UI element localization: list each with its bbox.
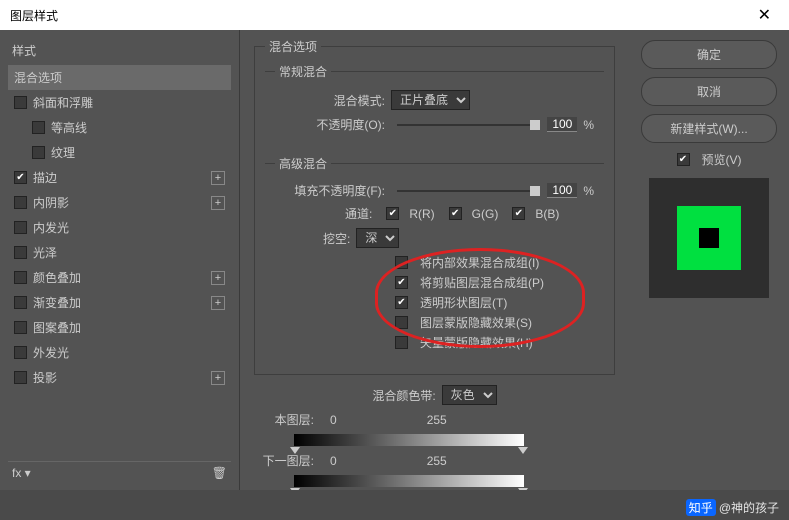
style-checkbox[interactable] [14, 271, 27, 284]
opacity-slider[interactable] [397, 124, 535, 126]
right-panel: 确定 取消 新建样式(W)... 预览(V) [629, 30, 789, 490]
option-checkbox[interactable] [395, 276, 408, 289]
sidebar: 样式 混合选项斜面和浮雕等高线纹理描边+内阴影+内发光光泽颜色叠加+渐变叠加+图… [0, 30, 240, 490]
sidebar-item[interactable]: 内发光 [8, 215, 231, 240]
add-effect-icon[interactable]: + [211, 196, 225, 210]
add-effect-icon[interactable]: + [211, 271, 225, 285]
add-effect-icon[interactable]: + [211, 171, 225, 185]
option-checkbox[interactable] [395, 336, 408, 349]
fill-slider[interactable] [397, 190, 535, 192]
channel-r[interactable]: R(R) [386, 207, 434, 221]
blend-options-group: 混合选项 常规混合 混合模式: 正片叠底 不透明度(O): 100 % 高级混合… [254, 38, 615, 375]
sidebar-item[interactable]: 等高线 [8, 115, 231, 140]
main-area: 样式 混合选项斜面和浮雕等高线纹理描边+内阴影+内发光光泽颜色叠加+渐变叠加+图… [0, 30, 789, 490]
this-layer-gradient[interactable] [294, 434, 524, 446]
blend-if-section: 混合颜色带: 灰色 本图层: 0255 下一图层: 0255 [254, 385, 615, 487]
add-effect-icon[interactable]: + [211, 296, 225, 310]
style-checkbox[interactable] [14, 96, 27, 109]
sidebar-item[interactable]: 光泽 [8, 240, 231, 265]
style-checkbox[interactable] [14, 371, 27, 384]
style-checkbox[interactable] [14, 296, 27, 309]
normal-blend-group: 常规混合 混合模式: 正片叠底 不透明度(O): 100 % [265, 63, 604, 149]
preview-thumbnail [649, 178, 769, 298]
watermark: 知乎@神的孩子 [686, 499, 779, 516]
advanced-blend-group: 高级混合 填充不透明度(F): 100 % 通道: R(R) G(G) B(B)… [265, 155, 604, 364]
sidebar-header: 样式 [8, 36, 231, 65]
add-effect-icon[interactable]: + [211, 371, 225, 385]
blendif-label: 混合颜色带: [372, 387, 435, 404]
fill-opacity-label: 填充不透明度(F): [275, 182, 385, 199]
channels-label: 通道: [345, 205, 372, 222]
sidebar-item[interactable]: 渐变叠加+ [8, 290, 231, 315]
style-checkbox[interactable] [14, 246, 27, 259]
sidebar-item[interactable]: 斜面和浮雕 [8, 90, 231, 115]
option-checkbox[interactable] [395, 296, 408, 309]
knockout-select[interactable]: 深 [356, 228, 399, 248]
sidebar-item[interactable]: 内阴影+ [8, 190, 231, 215]
style-checkbox[interactable] [14, 346, 27, 359]
option-checkbox[interactable] [395, 256, 408, 269]
new-style-button[interactable]: 新建样式(W)... [641, 114, 777, 143]
channel-g[interactable]: G(G) [449, 207, 499, 221]
style-checkbox[interactable] [14, 196, 27, 209]
panel-title: 混合选项 [265, 38, 321, 55]
ok-button[interactable]: 确定 [641, 40, 777, 69]
sidebar-item[interactable]: 投影+ [8, 365, 231, 390]
sidebar-footer: fx ▾ 🗑 [8, 461, 231, 484]
fill-value[interactable]: 100 [547, 183, 577, 198]
opacity-label: 不透明度(O): [275, 116, 385, 133]
style-checkbox[interactable] [14, 221, 27, 234]
style-checkbox[interactable] [32, 146, 45, 159]
sidebar-item[interactable]: 描边+ [8, 165, 231, 190]
fx-menu-icon[interactable]: fx ▾ [12, 466, 31, 480]
style-checkbox[interactable] [14, 321, 27, 334]
blendif-select[interactable]: 灰色 [442, 385, 497, 405]
sidebar-item[interactable]: 外发光 [8, 340, 231, 365]
knockout-label: 挖空: [323, 230, 350, 247]
style-checkbox[interactable] [14, 171, 27, 184]
blend-mode-select[interactable]: 正片叠底 [391, 90, 470, 110]
title-bar: 图层样式 ✕ [0, 0, 789, 30]
option-checkbox[interactable] [395, 316, 408, 329]
sidebar-item[interactable]: 颜色叠加+ [8, 265, 231, 290]
opacity-value[interactable]: 100 [547, 117, 577, 132]
style-checkbox[interactable] [32, 121, 45, 134]
channel-b[interactable]: B(B) [512, 207, 559, 221]
sidebar-item[interactable]: 纹理 [8, 140, 231, 165]
window-title: 图层样式 [10, 7, 58, 24]
sidebar-item[interactable]: 混合选项 [8, 65, 231, 90]
options-panel: 混合选项 常规混合 混合模式: 正片叠底 不透明度(O): 100 % 高级混合… [240, 30, 629, 490]
sidebar-item[interactable]: 图案叠加 [8, 315, 231, 340]
preview-label: 预览(V) [702, 151, 742, 168]
close-icon[interactable]: ✕ [750, 5, 779, 25]
blend-mode-label: 混合模式: [275, 92, 385, 109]
cancel-button[interactable]: 取消 [641, 77, 777, 106]
next-layer-gradient[interactable] [294, 475, 524, 487]
preview-checkbox[interactable] [677, 153, 690, 166]
trash-icon[interactable]: 🗑 [212, 466, 227, 480]
